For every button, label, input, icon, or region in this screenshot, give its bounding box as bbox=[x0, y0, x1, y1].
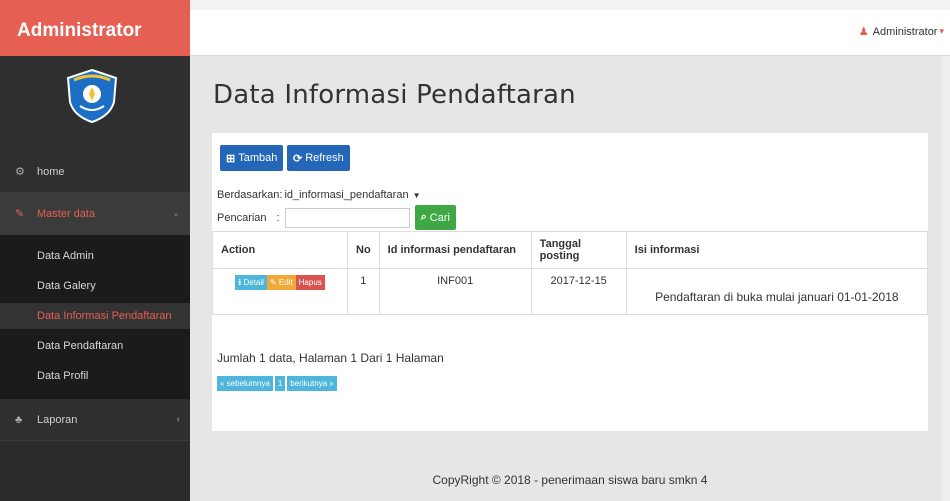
pagination-next[interactable]: berikutnya » bbox=[287, 376, 337, 391]
sidebar-item-label: home bbox=[37, 165, 65, 178]
chevron-left-icon: ‹ bbox=[176, 414, 180, 425]
sidebar: Administrator ⚙ home ✎ Master data ⌄ Dat… bbox=[0, 0, 190, 501]
user-menu[interactable]: ♟ Administrator ▾ bbox=[858, 25, 944, 39]
search-button-label: Cari bbox=[429, 211, 450, 224]
sidebar-item-data-admin[interactable]: Data Admin bbox=[0, 243, 190, 269]
detail-button[interactable]: ℹ Detail bbox=[235, 275, 267, 290]
search-row: Pencarian : ⌕ Cari bbox=[217, 205, 456, 230]
edit-button[interactable]: ✎ Edit bbox=[266, 275, 296, 290]
search-label: Pencarian bbox=[217, 211, 267, 224]
column-header-tanggal: Tanggal posting bbox=[530, 231, 627, 269]
user-name: Administrator bbox=[872, 25, 938, 38]
delete-label: Hapus bbox=[298, 278, 322, 287]
plus-icon: ⊞ bbox=[226, 152, 236, 165]
cell-id: INF001 bbox=[378, 268, 532, 315]
sidebar-item-home[interactable]: ⚙ home bbox=[0, 151, 190, 193]
refresh-button-label: Refresh bbox=[305, 152, 344, 164]
refresh-button[interactable]: ⟳ Refresh bbox=[287, 145, 350, 171]
filter-row: Berdasarkan: id_informasi_pendaftaran ▼ bbox=[217, 189, 421, 201]
pagination-prev[interactable]: « sebelumnya bbox=[217, 376, 273, 391]
sidebar-item-data-informasi-pendaftaran[interactable]: Data Informasi Pendaftaran bbox=[0, 303, 190, 329]
edit-label: Edit bbox=[278, 278, 293, 287]
tut-wuri-handayani-logo bbox=[66, 68, 118, 124]
footer: CopyRight © 2018 - penerimaan siswa baru… bbox=[432, 473, 708, 487]
action-cell: ℹ Detail ✎ Edit Hapus bbox=[212, 268, 348, 315]
cell-isi: Pendaftaran di buka mulai januari 01-01-… bbox=[625, 268, 929, 315]
cell-no: 1 bbox=[347, 268, 380, 315]
sitemap-icon: ♣ bbox=[15, 413, 23, 426]
table-header-row: Action No Id informasi pendaftaran Tangg… bbox=[212, 231, 929, 269]
sidebar-item-master-data[interactable]: ✎ Master data ⌄ bbox=[0, 193, 190, 235]
logo-area bbox=[0, 56, 190, 151]
dashboard-icon: ⚙ bbox=[15, 166, 25, 178]
search-colon: : bbox=[276, 211, 280, 224]
content-panel: ⊞ Tambah ⟳ Refresh Berdasarkan: id_infor… bbox=[212, 133, 929, 431]
data-table: Action No Id informasi pendaftaran Tangg… bbox=[212, 231, 929, 315]
brand-title[interactable]: Administrator bbox=[0, 0, 190, 56]
column-header-no: No bbox=[347, 231, 380, 269]
filter-label: Berdasarkan: bbox=[217, 189, 283, 201]
top-navbar: ♟ Administrator ▾ bbox=[190, 10, 950, 56]
filter-select[interactable]: id_informasi_pendaftaran ▼ bbox=[284, 189, 421, 201]
cell-date: 2017-12-15 bbox=[530, 268, 627, 315]
sidebar-item-laporan[interactable]: ♣ Laporan ‹ bbox=[0, 399, 190, 441]
submenu-master-data: Data Admin Data Galery Data Informasi Pe… bbox=[0, 235, 190, 399]
filter-value: id_informasi_pendaftaran bbox=[284, 189, 409, 201]
delete-button[interactable]: Hapus bbox=[295, 275, 325, 290]
column-header-isi: Isi informasi bbox=[625, 231, 929, 269]
detail-label: Detail bbox=[243, 278, 264, 287]
table-row: ℹ Detail ✎ Edit Hapus 1 INF001 2017-12-1… bbox=[212, 268, 929, 315]
caret-down-icon: ▼ bbox=[412, 190, 421, 200]
sidebar-item-label: Laporan bbox=[37, 413, 78, 426]
chevron-down-icon: ⌄ bbox=[171, 208, 180, 219]
sidebar-item-data-pendaftaran[interactable]: Data Pendaftaran bbox=[0, 333, 190, 359]
add-button-label: Tambah bbox=[238, 152, 278, 164]
caret-down-icon: ▾ bbox=[939, 26, 944, 36]
sidebar-item-data-profil[interactable]: Data Profil bbox=[0, 363, 190, 389]
page-title: Data Informasi Pendaftaran bbox=[213, 80, 576, 110]
refresh-icon: ⟳ bbox=[293, 152, 303, 165]
search-input[interactable] bbox=[284, 207, 410, 228]
pagination-page-1[interactable]: 1 bbox=[274, 376, 286, 391]
action-buttons: ℹ Detail ✎ Edit Hapus bbox=[221, 275, 339, 290]
search-icon: ⌕ bbox=[420, 211, 427, 223]
pagination: « sebelumnya 1 berikutnya » bbox=[217, 376, 337, 391]
search-button[interactable]: ⌕ Cari bbox=[414, 205, 456, 230]
pagination-summary: Jumlah 1 data, Halaman 1 Dari 1 Halaman bbox=[217, 351, 444, 365]
column-header-action: Action bbox=[212, 231, 348, 269]
edit-icon: ✎ bbox=[15, 208, 25, 220]
user-icon: ♟ bbox=[858, 26, 869, 38]
add-button[interactable]: ⊞ Tambah bbox=[220, 145, 284, 171]
sidebar-item-data-galery[interactable]: Data Galery bbox=[0, 273, 190, 299]
scrollbar[interactable] bbox=[942, 56, 950, 501]
sidebar-item-label: Master data bbox=[37, 207, 96, 220]
column-header-id: Id informasi pendaftaran bbox=[378, 231, 532, 269]
